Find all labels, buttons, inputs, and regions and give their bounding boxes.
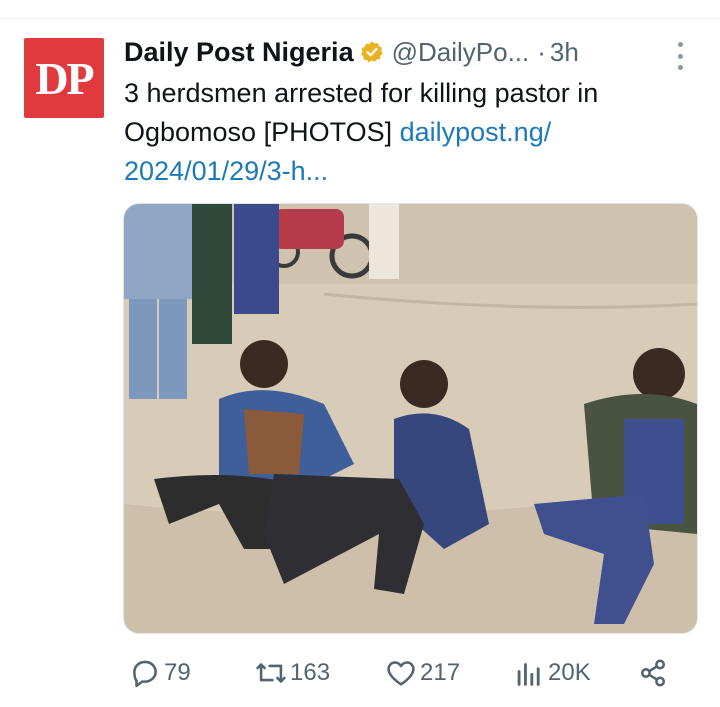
tweet-photo[interactable] (123, 203, 698, 634)
share-button[interactable] (636, 650, 670, 696)
reply-icon (133, 660, 157, 688)
more-options-icon[interactable] (670, 42, 690, 70)
timestamp[interactable]: 3h (550, 37, 579, 68)
heart-icon (387, 661, 415, 686)
avatar[interactable]: DP (24, 38, 104, 118)
views-count: 20K (548, 659, 591, 686)
views-button[interactable]: 20K (512, 650, 591, 696)
like-count: 217 (420, 659, 461, 686)
retweet-icon (256, 663, 286, 683)
author-handle[interactable]: @DailyPo... (392, 37, 530, 68)
author-name[interactable]: Daily Post Nigeria (124, 37, 354, 68)
link-line-1: dailypost.ng/ (399, 117, 552, 147)
tweet-text: 3 herdsmen arrested for killing pastor i… (124, 74, 699, 191)
retweet-count: 163 (290, 659, 331, 686)
tweet-header: Daily Post Nigeria @DailyPo... · 3h (124, 34, 579, 70)
top-divider (0, 18, 720, 19)
separator-dot: · (537, 36, 546, 67)
views-chart-icon (517, 663, 540, 686)
like-button[interactable]: 217 (384, 650, 460, 696)
link-line-2: 2024/01/29/3-h... (124, 156, 329, 186)
action-bar: 79 163 217 20K (0, 650, 720, 696)
retweet-button[interactable]: 163 (254, 650, 330, 696)
share-icon (640, 659, 666, 687)
reply-count: 79 (164, 659, 191, 686)
reply-button[interactable]: 79 (128, 650, 191, 696)
verified-badge-icon (360, 40, 384, 64)
photo-illustration (124, 204, 697, 633)
avatar-logo-text: DP (35, 52, 94, 104)
